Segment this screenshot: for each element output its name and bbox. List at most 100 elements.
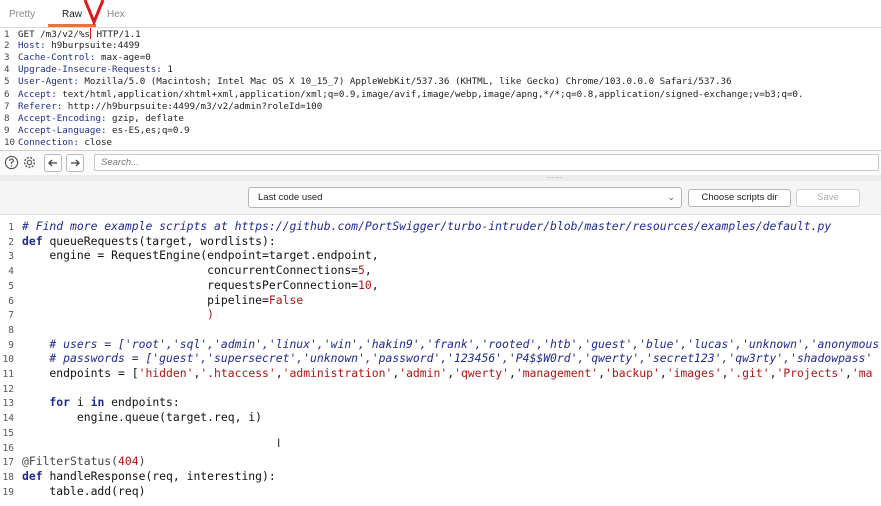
- code-token: pipeline=: [22, 292, 269, 307]
- code-token: 'images': [666, 366, 722, 380]
- save-button[interactable]: Save: [796, 189, 860, 207]
- request-line: 9 Accept-Language: es-ES,es;q=0.9: [0, 125, 190, 137]
- line-number: 4: [4, 64, 10, 76]
- code-line: 7 ): [0, 307, 214, 322]
- code-token: # Find more example scripts at https://g…: [22, 219, 832, 233]
- header-key: Accept-Encoding:: [18, 112, 107, 124]
- header-key: Host:: [18, 40, 46, 52]
- header-key: Accept:: [18, 88, 57, 100]
- help-icon[interactable]: [4, 155, 19, 170]
- code-token: 404: [118, 454, 139, 469]
- code-token: 'ma: [851, 366, 873, 380]
- code-line: 12: [0, 381, 22, 396]
- code-token: 'hidden': [138, 366, 194, 380]
- chevron-down-icon: ⌄: [667, 192, 675, 202]
- code-line: 3 engine = RequestEngine(endpoint=target…: [0, 248, 379, 263]
- line-number: 3: [4, 52, 10, 64]
- code-token: 'backup': [604, 366, 660, 380]
- code-token: ,: [845, 366, 852, 380]
- code-line: 8: [0, 322, 22, 337]
- code-token: engine.queue(target.req, i): [22, 410, 263, 425]
- request-protocol: HTTP/1.1: [90, 29, 141, 40]
- header-value: gzip, deflate: [106, 112, 184, 124]
- line-number: 7: [4, 100, 10, 112]
- code-token: endpoints = [: [22, 366, 139, 380]
- arrow-left-icon: [48, 159, 57, 167]
- code-line: 16: [0, 440, 22, 455]
- code-line: 18 def handleResponse(req, interesting):: [0, 469, 276, 484]
- header-value: GET /m3/v2/%s: [18, 29, 90, 40]
- header-key: User-Agent:: [18, 76, 79, 88]
- search-input[interactable]: [94, 154, 879, 171]
- script-select-value: Last code used: [258, 192, 323, 203]
- header-key: Upgrade-Insecure-Requests:: [18, 64, 162, 76]
- request-line: 6 Accept: text/html,application/xhtml+xml…: [0, 89, 803, 101]
- tab-pretty[interactable]: Pretty: [9, 9, 35, 20]
- script-editor[interactable]: 1 # Find more example scripts at https://…: [0, 219, 881, 506]
- code-line: 2 def queueRequests(target, wordlists):: [0, 233, 276, 249]
- code-token: table.add(req): [22, 483, 146, 498]
- code-line: 9 # users = ['root','sql','admin','linux…: [0, 337, 881, 352]
- code-line: 15: [0, 425, 22, 440]
- next-match-button[interactable]: [66, 154, 84, 172]
- script-toolbar: Last code used ⌄ Choose scripts dir Save: [0, 181, 881, 215]
- code-token: ,: [598, 366, 605, 380]
- code-token: 10: [358, 277, 372, 292]
- request-line: 1 GET /m3/v2/%s HTTP/1.1: [0, 28, 141, 40]
- request-line: 5 User-Agent: Mozilla/5.0 (Macintosh; Int…: [0, 76, 732, 88]
- code-token: ): [22, 307, 215, 322]
- code-token: '.git': [728, 366, 770, 380]
- code-token: 'administration': [282, 366, 393, 380]
- code-token: '.htaccess': [200, 366, 276, 380]
- code-token: 'Projects': [776, 366, 846, 380]
- request-line: 2 Host: h9burpsuite:4499: [0, 40, 140, 52]
- code-line: 5 requestsPerConnection=10,: [0, 277, 379, 293]
- header-value: max-age=0: [95, 52, 151, 64]
- code-token: endpoints:: [111, 395, 180, 410]
- settings-gear-icon[interactable]: [22, 155, 37, 170]
- code-line: 14 engine.queue(target.req, i): [0, 410, 262, 425]
- header-key: Accept-Language:: [18, 124, 107, 136]
- code-token: engine = RequestEngine(endpoint=target.e…: [22, 248, 379, 263]
- code-token: ,: [364, 263, 372, 278]
- request-editor[interactable]: 1 GET /m3/v2/%s HTTP/1.1 2 Host: h9burpsuit…: [0, 28, 881, 149]
- code-line: 19 table.add(req): [0, 483, 146, 499]
- request-line: 4 Upgrade-Insecure-Requests: 1: [0, 64, 173, 76]
- header-value: es-ES,es;q=0.9: [106, 124, 190, 136]
- code-token: 'admin': [399, 366, 448, 380]
- code-token: requestsPerConnection=: [22, 277, 359, 292]
- header-value: close: [78, 136, 113, 148]
- header-key: Referer:: [18, 100, 63, 112]
- choose-scripts-dir-button[interactable]: Choose scripts dir: [688, 189, 791, 207]
- code-token: 5: [358, 263, 365, 278]
- line-number: 19: [2, 486, 14, 498]
- code-token: for: [22, 395, 77, 410]
- code-line: 6 pipeline=False: [0, 293, 303, 308]
- request-line: 3 Cache-Control: max-age=0: [0, 52, 151, 64]
- line-number: 9: [4, 124, 10, 136]
- code-line: 1 # Find more example scripts at https://…: [0, 219, 831, 234]
- message-tabs: Pretty Raw Hex: [0, 0, 881, 28]
- code-token: @FilterStatus(: [22, 454, 119, 469]
- code-token: # passwords = ['guest','supersecret','un…: [22, 351, 873, 366]
- search-bar: [0, 150, 881, 176]
- code-token: ,: [371, 277, 379, 292]
- tab-hex[interactable]: Hex: [107, 9, 125, 20]
- header-value: Mozilla/5.0 (Macintosh; Intel Mac OS X 1…: [78, 76, 732, 88]
- code-line: 13 for i in endpoints:: [0, 395, 180, 410]
- header-value: h9burpsuite:4499: [45, 40, 140, 52]
- code-token: False: [268, 292, 304, 307]
- header-value: text/html,application/xhtml+xml,applicat…: [56, 88, 804, 100]
- script-select[interactable]: Last code used ⌄: [248, 187, 682, 208]
- previous-match-button[interactable]: [44, 154, 62, 172]
- line-number: 5: [4, 76, 10, 88]
- code-token: 'qwerty': [454, 366, 509, 380]
- code-token: handleResponse(req, interesting):: [49, 468, 276, 483]
- code-line: 17 @FilterStatus(404): [0, 454, 146, 469]
- header-key: Connection:: [18, 136, 79, 148]
- header-value: 1: [161, 64, 173, 76]
- header-value: http://h9burpsuite:4499/m3/v2/admin?role…: [62, 100, 323, 112]
- code-token: queueRequests(target, wordlists):: [49, 233, 276, 248]
- code-token: ): [138, 454, 146, 469]
- tab-raw[interactable]: Raw: [62, 9, 82, 20]
